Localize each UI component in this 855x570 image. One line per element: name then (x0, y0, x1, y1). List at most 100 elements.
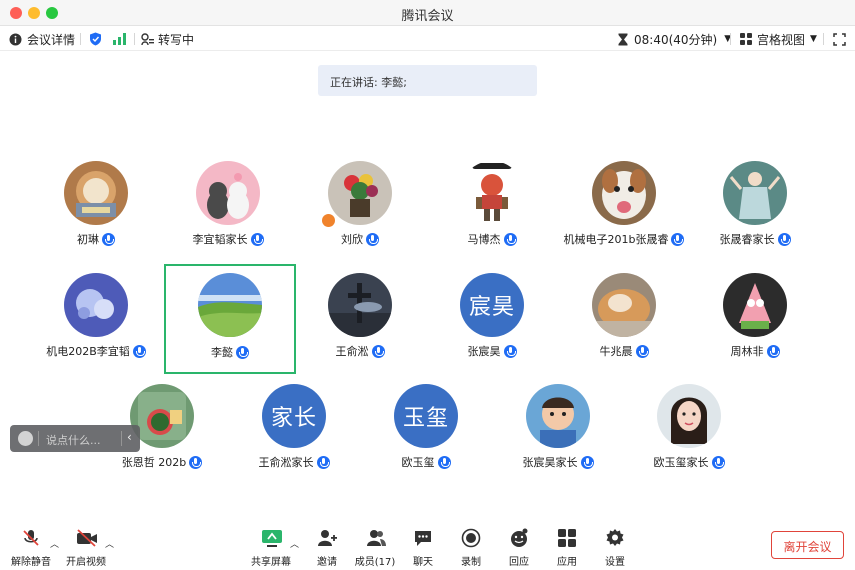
avatar (328, 273, 392, 337)
avatar (657, 384, 721, 448)
meeting-window: 腾讯会议 会议详情 转写中 08:40(40分钟) ▼ 宫格视图 ▼ 正在讲话:… (0, 0, 855, 570)
view-mode-button[interactable]: 宫格视图 ▼ (740, 31, 817, 47)
emoji-icon[interactable] (18, 431, 33, 446)
share-screen-label: 共享屏幕 (251, 557, 291, 568)
participant-name: 张晟睿家长 (719, 233, 775, 246)
participant-name-row: 张晟睿家长 (690, 231, 820, 247)
participant-tile-active[interactable]: 李懿 (164, 264, 296, 374)
participant-name-row: 马博杰 (427, 231, 557, 247)
fullscreen-button[interactable] (833, 31, 846, 47)
divider (80, 33, 81, 45)
participant-name: 李懿 (211, 346, 233, 359)
microphone-icon (316, 455, 330, 469)
microphone-icon (580, 455, 594, 469)
security-shield-button[interactable] (89, 31, 102, 47)
participant-tile[interactable]: 机电202B李宜韬 (31, 273, 161, 378)
apps-grid-icon (558, 529, 576, 547)
avatar (723, 273, 787, 337)
microphone-icon (503, 344, 517, 358)
microphone-icon (250, 232, 264, 246)
microphone-icon (189, 455, 203, 469)
avatar (723, 161, 787, 225)
settings-button[interactable]: 设置 (593, 528, 637, 568)
title-bar: 腾讯会议 (0, 0, 855, 26)
participant-tile[interactable]: 李宜韬家长 (163, 161, 293, 266)
participant-tile[interactable]: 家长 王俞淞家长 (229, 384, 359, 489)
participant-tile[interactable]: 玉玺 欧玉玺 (361, 384, 491, 489)
meeting-info-bar: 会议详情 转写中 08:40(40分钟) ▼ 宫格视图 ▼ (0, 27, 855, 51)
collapse-chevron-icon[interactable]: ‹ (127, 430, 132, 444)
participant-tile[interactable]: 牛兆晨 (559, 273, 689, 378)
participant-tile[interactable]: 周林非 (690, 273, 820, 378)
avatar (526, 384, 590, 448)
participant-name: 李宜韬家长 (192, 233, 248, 246)
video-off-icon (77, 529, 97, 547)
avatar (592, 273, 656, 337)
info-icon (9, 33, 22, 45)
microphone-icon (371, 344, 385, 358)
host-badge-icon (322, 214, 335, 227)
chat-placeholder[interactable]: 说点什么... (46, 432, 101, 448)
participant-name: 机械电子201b张晟睿 (563, 233, 669, 246)
app-title: 腾讯会议 (401, 9, 454, 24)
microphone-icon (132, 344, 146, 358)
microphone-icon (766, 344, 780, 358)
avatar: 宸昊 (460, 273, 524, 337)
gear-icon (606, 529, 624, 546)
avatar: 玉玺 (394, 384, 458, 448)
participant-name-row: 机械电子201b张晟睿 (559, 231, 689, 247)
microphone-icon (366, 232, 379, 246)
audio-options-chevron-icon[interactable]: ︿ (50, 537, 59, 550)
active-speaker-banner: 正在讲话: 李懿; (318, 65, 537, 96)
settings-label: 设置 (605, 557, 625, 568)
view-mode-label: 宫格视图 (757, 32, 806, 47)
network-signal-button[interactable] (113, 31, 126, 47)
video-options-chevron-icon[interactable]: ︿ (105, 537, 114, 550)
participant-tile[interactable]: 马博杰 (427, 161, 557, 266)
meeting-timer[interactable]: 08:40(40分钟) ▼ (618, 31, 731, 47)
participant-name-row: 张宸昊 (427, 343, 557, 359)
participant-name: 王俞淞 (335, 345, 369, 358)
shield-icon (90, 32, 101, 46)
participant-name-row: 刘欣 (295, 231, 425, 247)
divider (823, 33, 824, 45)
divider (134, 33, 135, 45)
participant-name: 欧玉玺 (401, 456, 435, 469)
microphone-icon (437, 455, 451, 469)
microphone-icon (671, 232, 685, 246)
unmute-button[interactable]: 解除静音 (9, 528, 53, 568)
start-video-button[interactable]: 开启视频 (64, 528, 108, 568)
participant-tile[interactable]: 刘欣 (295, 161, 425, 266)
participant-tile[interactable]: 机械电子201b张晟睿 (559, 161, 689, 266)
microphone-icon (635, 344, 649, 358)
participant-name-row: 李宜韬家长 (163, 231, 293, 247)
participant-tile[interactable]: 张晟睿家长 (690, 161, 820, 266)
chevron-down-icon: ▼ (810, 34, 817, 44)
leave-meeting-button[interactable]: 离开会议 (771, 531, 844, 559)
participant-name-row: 机电202B李宜韬 (31, 343, 161, 359)
participant-name-row: 欧玉玺家长 (624, 454, 754, 470)
participant-name: 欧玉玺家长 (653, 456, 709, 469)
participant-tile[interactable]: 初琳 (31, 161, 161, 266)
participant-name: 张宸昊 (467, 345, 501, 358)
grid-view-icon (740, 33, 752, 45)
participant-name-row: 欧玉玺 (361, 454, 491, 470)
participant-tile[interactable]: 宸昊 张宸昊 (427, 273, 557, 378)
meeting-details-button[interactable]: 会议详情 (9, 31, 75, 47)
participant-name: 张宸昊家长 (522, 456, 578, 469)
transcribe-button[interactable]: 转写中 (141, 31, 194, 47)
participant-tile[interactable]: 王俞淞 (295, 273, 425, 378)
microphone-icon (503, 232, 517, 246)
participant-name-row: 周林非 (690, 343, 820, 359)
quick-chat-input[interactable]: 说点什么... ‹ (10, 425, 140, 452)
share-screen-button[interactable]: 共享屏幕 (249, 528, 293, 568)
microphone-icon (777, 232, 791, 246)
share-options-chevron-icon[interactable]: ︿ (290, 537, 299, 550)
fullscreen-icon (833, 32, 846, 46)
microphone-icon (711, 455, 725, 469)
participant-tile[interactable]: 欧玉玺家长 (624, 384, 754, 489)
participant-tile[interactable]: 张宸昊家长 (493, 384, 623, 489)
signal-bars-icon (113, 33, 126, 45)
transcribe-icon (141, 32, 154, 45)
participant-name: 马博杰 (467, 233, 501, 246)
